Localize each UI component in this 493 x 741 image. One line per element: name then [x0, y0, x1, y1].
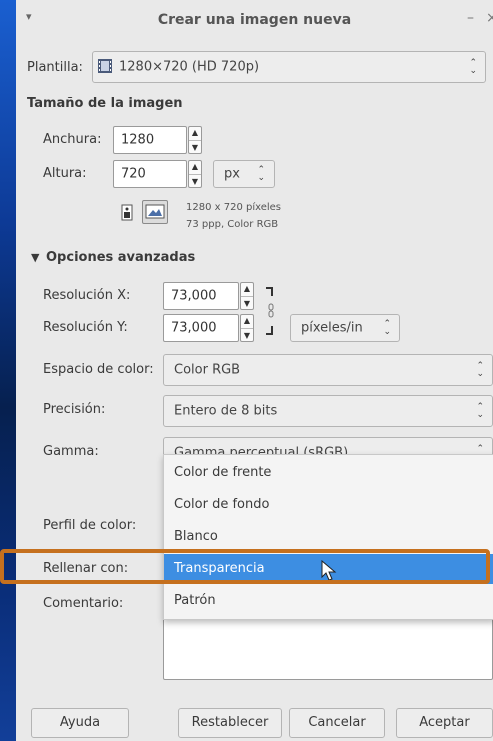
spin-up-icon[interactable]: ▲ [189, 128, 201, 137]
height-value: 720 [121, 166, 146, 182]
colorspace-value: Color RGB [174, 362, 241, 378]
height-label: Altura: [43, 166, 87, 181]
minimize-icon[interactable]: – [467, 10, 474, 26]
desktop-background [0, 0, 16, 741]
spin-up-icon[interactable]: ▲ [189, 162, 201, 171]
advanced-options-heading[interactable]: Opciones avanzadas [46, 250, 195, 265]
res-x-value: 73,000 [171, 288, 217, 304]
res-x-input[interactable]: 73,000 [163, 282, 239, 310]
portrait-icon[interactable] [117, 202, 137, 224]
width-input[interactable]: 1280 [113, 126, 187, 154]
template-combo[interactable]: 1280×720 (HD 720p) ⌃ ⌄ [92, 51, 486, 83]
film-icon [97, 58, 113, 78]
spin-down-icon[interactable]: ▼ [189, 143, 201, 152]
color-profile-label: Perfil de color: [43, 518, 137, 533]
chain-link-icon[interactable] [264, 284, 278, 340]
cancel-button[interactable]: Cancelar [289, 708, 385, 738]
accept-button[interactable]: Aceptar [396, 708, 493, 738]
width-value: 1280 [121, 132, 155, 148]
close-icon[interactable]: × [486, 10, 493, 26]
res-x-label: Resolución X: [43, 288, 131, 303]
resolution-unit-value: píxeles/in [301, 320, 363, 336]
landscape-icon[interactable] [142, 200, 168, 224]
res-x-spinner[interactable]: ▲ ▼ [240, 282, 254, 310]
precision-label: Precisión: [43, 402, 106, 417]
spin-down-icon[interactable]: ▼ [189, 177, 201, 186]
comment-label: Comentario: [43, 596, 124, 611]
colorspace-combo[interactable]: Color RGB ⌃ ⌄ [163, 354, 493, 386]
res-y-label: Resolución Y: [43, 320, 128, 335]
spin-down-icon[interactable]: ▼ [241, 331, 253, 340]
expander-arrow-icon[interactable]: ▼ [31, 251, 39, 264]
updown-icon: ⌃⌄ [476, 402, 484, 420]
precision-value: Entero de 8 bits [174, 403, 278, 419]
size-info-line1: 1280 x 720 píxeles [186, 202, 282, 213]
updown-icon: ⌃⌄ [469, 58, 477, 76]
reset-button[interactable]: Restablecer [178, 708, 282, 738]
size-unit-combo[interactable]: px ⌃ ⌄ [213, 160, 275, 188]
updown-icon: ⌃⌄ [383, 319, 391, 337]
colorspace-label: Espacio de color: [43, 362, 154, 377]
image-size-heading: Tamaño de la imagen [27, 96, 183, 111]
size-unit-value: px [224, 166, 240, 182]
new-image-dialog: ▾ Crear una imagen nueva – × Plantilla: … [16, 0, 493, 741]
help-button[interactable]: Ayuda [31, 708, 129, 738]
gamma-label: Gamma: [43, 444, 99, 459]
height-input[interactable]: 720 [113, 160, 187, 188]
updown-icon: ⌃⌄ [257, 165, 265, 183]
fill-option-white[interactable]: Blanco [164, 522, 493, 552]
res-y-spinner[interactable]: ▲ ▼ [240, 314, 254, 342]
height-spinner[interactable]: ▲ ▼ [188, 160, 202, 188]
fill-option-foreground[interactable]: Color de frente [164, 458, 493, 488]
fill-option-pattern[interactable]: Patrón [164, 586, 493, 616]
spin-up-icon[interactable]: ▲ [241, 316, 253, 325]
template-label: Plantilla: [27, 60, 83, 75]
width-label: Anchura: [43, 132, 102, 147]
updown-icon: ⌃⌄ [476, 361, 484, 379]
fill-dropdown-menu: Color de frente Color de fondo Blanco Tr… [163, 454, 493, 620]
fill-row-highlight [0, 549, 490, 584]
fill-option-background[interactable]: Color de fondo [164, 490, 493, 520]
width-spinner[interactable]: ▲ ▼ [188, 126, 202, 154]
template-value: 1280×720 (HD 720p) [119, 59, 260, 75]
title-bar: ▾ Crear una imagen nueva – × [16, 0, 493, 40]
size-info-line2: 73 ppp, Color RGB [186, 219, 279, 230]
dialog-title: Crear una imagen nueva [157, 12, 352, 28]
precision-combo[interactable]: Entero de 8 bits ⌃ ⌄ [163, 395, 493, 427]
spin-down-icon[interactable]: ▼ [241, 299, 253, 308]
spin-up-icon[interactable]: ▲ [241, 284, 253, 293]
res-y-input[interactable]: 73,000 [163, 314, 239, 342]
res-y-value: 73,000 [171, 320, 217, 336]
resolution-unit-combo[interactable]: píxeles/in ⌃ ⌄ [290, 314, 400, 342]
